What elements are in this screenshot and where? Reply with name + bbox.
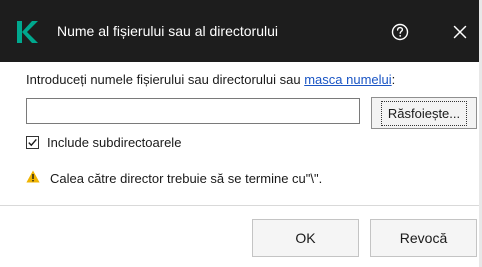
prompt-text: Introduceți numele fișierului sau direct… <box>26 72 305 87</box>
close-icon[interactable] <box>448 20 472 44</box>
prompt-suffix: : <box>391 72 396 87</box>
dialog-title: Nume al fișierului sau al directorului <box>57 23 278 39</box>
cancel-button[interactable]: Revocă <box>370 219 477 257</box>
path-prompt: Introduceți numele fișierului sau direct… <box>26 72 395 87</box>
include-subdirectories-checkbox[interactable] <box>26 136 39 149</box>
name-mask-link[interactable]: masca numelui <box>304 72 391 87</box>
include-subdirectories-option[interactable]: Include subdirectoarele <box>26 135 181 150</box>
help-icon[interactable] <box>388 20 412 44</box>
warning-icon <box>26 170 40 186</box>
path-warning: Calea către director trebuie să se termi… <box>26 170 322 186</box>
browse-button[interactable]: Răsfoiește... <box>371 97 477 129</box>
warning-text: Calea către director trebuie să se termi… <box>50 170 323 186</box>
file-or-directory-dialog: Nume al fișierului sau al directorului I… <box>0 0 482 267</box>
include-subdirectories-label: Include subdirectoarele <box>47 135 182 150</box>
browse-button-label: Răsfoiește... <box>380 100 468 126</box>
dialog-titlebar: Nume al fișierului sau al directorului <box>0 0 479 62</box>
path-input[interactable] <box>26 98 360 124</box>
kaspersky-logo-icon <box>16 20 38 44</box>
ok-button[interactable]: OK <box>252 219 359 257</box>
